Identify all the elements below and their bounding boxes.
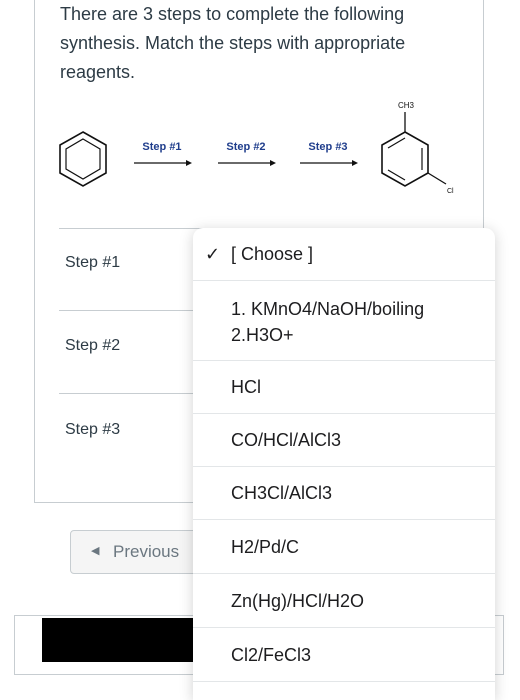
benzene-structure [59,131,107,187]
option-choose[interactable]: ✓ [ Choose ] [193,228,495,281]
option-zn-hg-hcl-h2o[interactable]: Zn(Hg)/HCl/H2O [193,574,495,628]
previous-label: Previous [113,542,180,561]
checkmark-icon: ✓ [205,244,221,264]
option-h2-pd-c[interactable]: H2/Pd/C [193,520,495,574]
arrow-label-step-1: Step #1 [142,141,181,153]
arrow-label-step-2: Step #2 [226,141,265,153]
step-1-label: Step #1 [65,254,121,271]
reagent-dropdown-menu: ✓ [ Choose ] 1. KMnO4/NaOH/boiling 2.H3O… [193,228,495,700]
option-ch3cl-alcl3[interactable]: CH3Cl/AlCl3 [193,467,495,520]
product-structure: CH3 Cl [381,101,454,195]
chevron-left-icon: ◀ [91,545,100,557]
option-hcl[interactable]: HCl [193,361,495,414]
previous-button[interactable]: ◀ Previous [70,530,200,574]
arrow-step-1: Step #1 [134,141,192,166]
methyl-label: CH3 [398,101,415,110]
option-kmno4-naoh[interactable]: 1. KMnO4/NaOH/boiling 2.H3O+ [193,281,495,361]
question-text: There are 3 steps to complete the follow… [60,4,406,82]
reaction-scheme: Step #1 Step #2 Step #3 CH3 Cl [59,101,454,195]
arrow-label-step-3: Step #3 [308,141,347,153]
step-3-label: Step #3 [65,421,121,438]
step-2-label: Step #2 [65,337,121,354]
option-co-hcl-alcl3[interactable]: CO/HCl/AlCl3 [193,414,495,467]
arrow-step-3: Step #3 [300,141,358,166]
option-cl2-fecl3[interactable]: Cl2/FeCl3 [193,628,495,682]
arrow-step-2: Step #2 [218,141,276,166]
chloro-label: Cl [447,188,454,195]
